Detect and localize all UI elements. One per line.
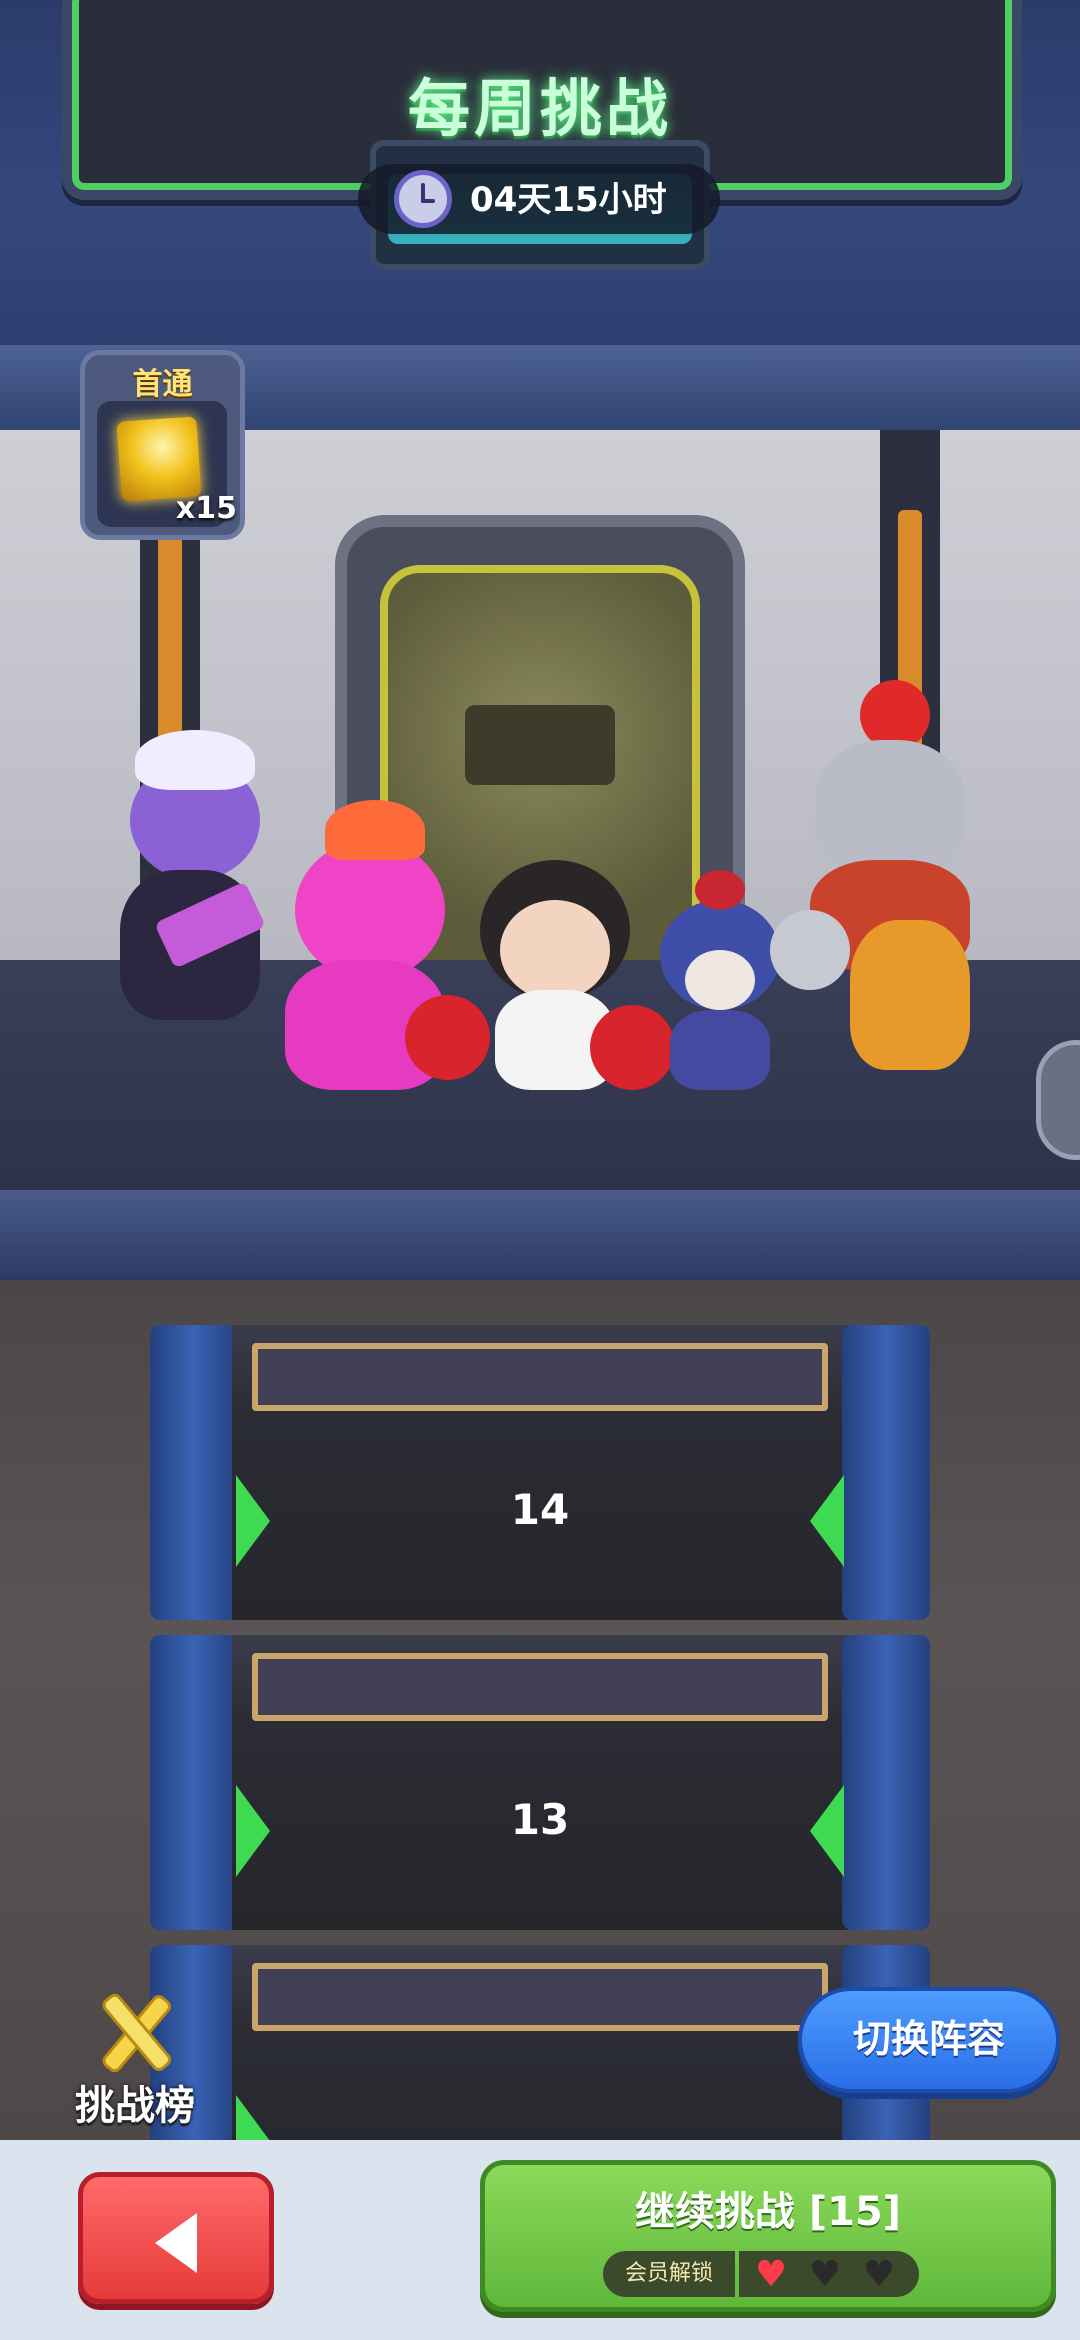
floor-panel xyxy=(232,1945,848,2140)
floor-number: 13 xyxy=(510,1795,570,1844)
continue-challenge-button[interactable]: 继续挑战 [15] 会员解锁 ♥ ♥ ♥ xyxy=(480,2160,1056,2312)
vip-unlock-badge: 会员解锁 xyxy=(603,2251,735,2297)
floor-edge xyxy=(0,1190,1080,1280)
character-pink-clown[interactable] xyxy=(255,800,490,1100)
knight-shield xyxy=(770,910,850,990)
back-arrow-icon xyxy=(155,2213,197,2273)
floor-window xyxy=(252,1963,828,2031)
reward-count: x15 xyxy=(175,491,237,526)
floor-window xyxy=(252,1343,828,1411)
side-dial-button[interactable] xyxy=(1036,1040,1080,1160)
continue-label: 继续挑战 [15] xyxy=(634,2189,902,2235)
countdown-text: 04天15小时 xyxy=(470,180,667,220)
page-title: 每周挑战 xyxy=(407,72,672,145)
tower-floor[interactable]: 14 xyxy=(150,1325,930,1620)
game-screen: 每周挑战 04天15小时 首通 x15 14 13 挑战榜 切换阵容 继续挑战 … xyxy=(0,0,1080,2340)
eye-mask xyxy=(685,950,755,1010)
gold-cube-icon xyxy=(116,416,202,502)
floor-pillar-right xyxy=(842,1325,930,1620)
lives-indicator: ♥ ♥ ♥ xyxy=(739,2251,919,2297)
character-head xyxy=(295,840,445,980)
character-body xyxy=(670,1010,770,1090)
floor-pillar-right xyxy=(842,1635,930,1930)
leaderboard-label: 挑战榜 xyxy=(75,2083,195,2129)
floor-pillar-left xyxy=(150,1325,238,1620)
heart-full-icon: ♥ xyxy=(754,2254,788,2295)
green-arrow-left-icon xyxy=(236,2095,270,2140)
floor-panel xyxy=(232,1325,848,1620)
floor-number: 14 xyxy=(510,1485,570,1534)
leaderboard-button[interactable]: 挑战榜 xyxy=(60,1985,210,2129)
tower-floor[interactable]: 13 xyxy=(150,1635,930,1930)
character-hair xyxy=(135,730,255,790)
floor-panel xyxy=(232,1635,848,1930)
switch-lineup-button[interactable]: 切换阵容 xyxy=(798,1987,1060,2093)
floor-window xyxy=(252,1653,828,1721)
heart-broken-icon: ♥ xyxy=(862,2254,896,2295)
character-face xyxy=(500,900,610,1000)
character-knight-rider[interactable] xyxy=(770,680,990,1100)
back-button[interactable] xyxy=(78,2172,274,2304)
character-hat-knob xyxy=(695,870,745,910)
clock-icon xyxy=(394,170,452,228)
character-cheerleader[interactable] xyxy=(460,840,675,1100)
heart-broken-icon: ♥ xyxy=(808,2254,842,2295)
first-clear-reward[interactable]: 首通 x15 xyxy=(80,350,245,540)
knight-helmet xyxy=(815,740,965,870)
reward-label: 首通 xyxy=(132,367,193,402)
character-hair xyxy=(325,800,425,860)
toy-horse xyxy=(850,920,970,1070)
floor-pillar-left xyxy=(150,1635,238,1930)
door-plate xyxy=(465,705,615,785)
crossed-swords-icon xyxy=(102,1993,171,2073)
